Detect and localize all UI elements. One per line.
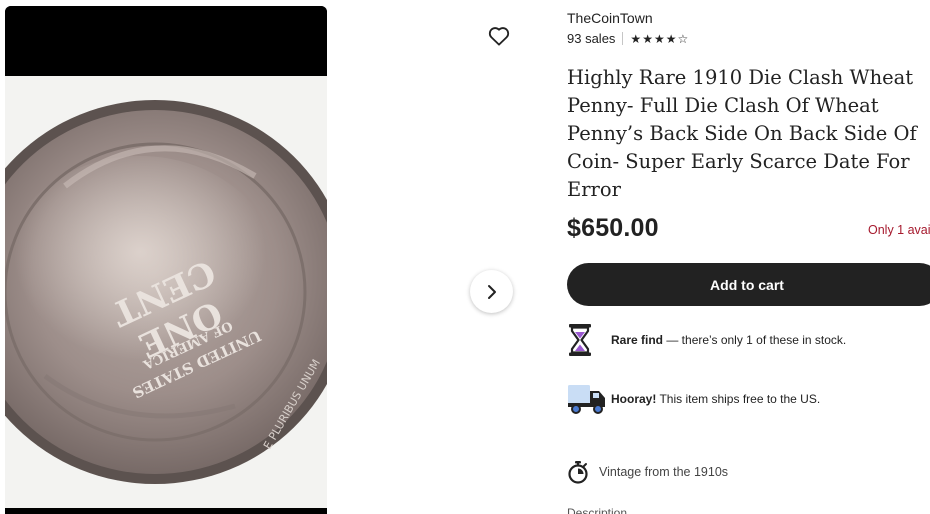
- listing-price: $650.00: [567, 214, 659, 242]
- free-shipping-feature: Hooray! This item ships free to the US.: [567, 381, 820, 417]
- coin-photo-illustration: ONE CENT UNITED STATES OF AMERICA E PLUR…: [5, 76, 327, 508]
- free-shipping-text: This item ships free to the US.: [656, 392, 821, 406]
- shop-name-link[interactable]: TheCoinTown: [567, 10, 653, 26]
- hourglass-icon: [567, 322, 611, 358]
- rare-find-text: — there’s only 1 of these in stock.: [663, 333, 847, 347]
- vintage-text: Vintage from the 1910s: [599, 465, 729, 479]
- next-image-button[interactable]: [470, 270, 513, 313]
- description-heading[interactable]: Description: [567, 506, 627, 514]
- image-letterbox-bottom: [5, 508, 327, 514]
- availability-note: Only 1 avail: [868, 223, 930, 237]
- divider: [622, 32, 624, 45]
- listing-details: TheCoinTown 93 sales ★ ★ ★ ★ ☆ Highly Rare 1…: [567, 0, 930, 514]
- listing-title: Highly Rare 1910 Die Clash Wheat Penny- …: [567, 66, 917, 201]
- chevron-right-icon: [487, 284, 496, 299]
- star-filled-icon: ★: [653, 31, 665, 46]
- vintage-info: Vintage from the 1910s: [567, 458, 728, 486]
- image-letterbox-top: [5, 6, 327, 76]
- listing-photo[interactable]: ONE CENT UNITED STATES OF AMERICA E PLUR…: [5, 76, 327, 508]
- rare-find-feature: Rare find — there’s only 1 of these in s…: [567, 322, 846, 358]
- star-filled-icon: ★: [642, 31, 653, 46]
- delivery-truck-icon: [567, 381, 611, 417]
- sales-count: 93 sales: [567, 31, 616, 46]
- add-to-cart-button[interactable]: Add to cart: [567, 263, 930, 306]
- hooray-bold: Hooray!: [611, 392, 657, 406]
- rare-find-bold: Rare find: [611, 333, 664, 347]
- stopwatch-icon: [567, 458, 599, 486]
- star-filled-icon: ★: [665, 31, 677, 46]
- listing-image-gallery[interactable]: ONE CENT UNITED STATES OF AMERICA E PLUR…: [5, 6, 327, 514]
- listing-page: ONE CENT UNITED STATES OF AMERICA E PLUR…: [0, 0, 930, 514]
- star-rating[interactable]: ★ ★ ★ ★ ☆: [630, 33, 688, 45]
- favorite-button[interactable]: [483, 20, 515, 52]
- star-filled-icon: ★: [630, 31, 642, 46]
- shop-sales-rating: 93 sales ★ ★ ★ ★ ☆: [567, 31, 688, 46]
- star-empty-icon: ☆: [677, 31, 689, 46]
- heart-outline-icon: [488, 27, 510, 46]
